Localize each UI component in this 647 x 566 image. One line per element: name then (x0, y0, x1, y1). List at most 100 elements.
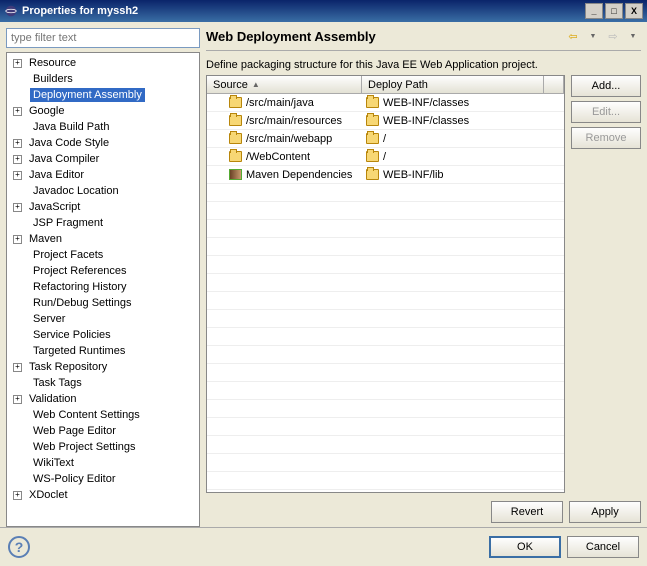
tree-item-label: Javadoc Location (30, 184, 122, 198)
tree-item-label: Task Repository (26, 360, 110, 374)
tree-item[interactable]: + Task Repository (7, 359, 199, 375)
table-row[interactable]: /WebContent/ (207, 148, 564, 166)
table-row[interactable]: /src/main/resourcesWEB-INF/classes (207, 112, 564, 130)
sort-asc-icon: ▲ (252, 80, 260, 89)
column-source[interactable]: Source▲ (207, 76, 362, 93)
apply-button[interactable]: Apply (569, 501, 641, 523)
tree-item[interactable]: Builders (7, 71, 199, 87)
tree-item-label: Validation (26, 392, 80, 406)
page-title: Web Deployment Assembly (206, 29, 561, 44)
tree-item[interactable]: +Google (7, 103, 199, 119)
tree-item[interactable]: Task Tags (7, 375, 199, 391)
remove-button[interactable]: Remove (571, 127, 641, 149)
tree-item[interactable]: WikiText (7, 455, 199, 471)
tree-item-label: Service Policies (30, 328, 114, 342)
tree-item-label: JavaScript (26, 200, 83, 214)
eclipse-icon (4, 4, 18, 18)
column-deploy-path[interactable]: Deploy Path (362, 76, 544, 93)
deploy-cell: WEB-INF/classes (383, 97, 469, 109)
table-row[interactable]: /src/main/webapp / (207, 130, 564, 148)
tree-item[interactable]: Run/Debug Settings (7, 295, 199, 311)
tree-item[interactable]: Web Content Settings (7, 407, 199, 423)
tree-item[interactable]: +Java Code Style (7, 135, 199, 151)
category-tree[interactable]: + ResourceBuildersDeployment Assembly+Goo… (6, 52, 200, 527)
tree-item[interactable]: + Validation (7, 391, 199, 407)
expand-icon[interactable]: + (13, 155, 22, 164)
tree-item-label: Refactoring History (30, 280, 130, 294)
table-row[interactable]: /src/main/javaWEB-INF/classes (207, 94, 564, 112)
table-row-empty (207, 274, 564, 292)
expand-icon[interactable]: + (13, 171, 22, 180)
back-icon[interactable]: ⇦ (565, 28, 581, 44)
tree-item[interactable]: Project References (7, 263, 199, 279)
folder-icon (229, 97, 242, 108)
maximize-button[interactable]: □ (605, 3, 623, 19)
tree-item[interactable]: Web Page Editor (7, 423, 199, 439)
tree-item[interactable]: Refactoring History (7, 279, 199, 295)
tree-item[interactable]: Javadoc Location (7, 183, 199, 199)
expand-icon[interactable]: + (13, 235, 22, 244)
tree-item-label: Maven (26, 232, 65, 246)
expand-icon[interactable]: + (13, 107, 22, 116)
table-row-empty (207, 472, 564, 490)
table-row-empty (207, 256, 564, 274)
expand-icon[interactable]: + (13, 59, 22, 68)
folder-icon (366, 115, 379, 126)
tree-item[interactable]: +XDoclet (7, 487, 199, 503)
tree-item[interactable]: JSP Fragment (7, 215, 199, 231)
tree-item-label: Java Editor (26, 168, 87, 182)
folder-icon (229, 151, 242, 162)
tree-item-label: Project Facets (30, 248, 106, 262)
tree-item-label: WS-Policy Editor (30, 472, 119, 486)
tree-item[interactable]: Service Policies (7, 327, 199, 343)
table-row-empty (207, 364, 564, 382)
revert-button[interactable]: Revert (491, 501, 563, 523)
table-row-empty (207, 220, 564, 238)
expand-icon[interactable]: + (13, 139, 22, 148)
tree-item[interactable]: Server (7, 311, 199, 327)
expand-icon[interactable]: + (13, 203, 22, 212)
expand-icon[interactable]: + (13, 395, 22, 404)
tree-item-label: WikiText (30, 456, 77, 470)
tree-item[interactable]: + Resource (7, 55, 199, 71)
add-button[interactable]: Add... (571, 75, 641, 97)
deploy-cell: / (383, 133, 386, 145)
source-cell: /WebContent (246, 151, 310, 163)
tree-item-label: Resource (26, 56, 79, 70)
tree-item[interactable]: + Java Editor (7, 167, 199, 183)
tree-item-label: Project References (30, 264, 130, 278)
tree-item-label: Java Compiler (26, 152, 102, 166)
filter-input[interactable] (6, 28, 200, 48)
edit-button[interactable]: Edit... (571, 101, 641, 123)
tree-item[interactable]: Deployment Assembly (7, 87, 199, 103)
page-description: Define packaging structure for this Java… (206, 59, 641, 71)
ok-button[interactable]: OK (489, 536, 561, 558)
cancel-button[interactable]: Cancel (567, 536, 639, 558)
folder-icon (229, 133, 242, 144)
tree-item[interactable]: WS-Policy Editor (7, 471, 199, 487)
table-row[interactable]: Maven DependenciesWEB-INF/lib (207, 166, 564, 184)
tree-item-label: Web Content Settings (30, 408, 143, 422)
expand-icon[interactable]: + (13, 363, 22, 372)
assembly-table[interactable]: Source▲ Deploy Path /src/main/javaWEB-IN… (206, 75, 565, 493)
tree-item[interactable]: + JavaScript (7, 199, 199, 215)
tree-item[interactable]: + Java Compiler (7, 151, 199, 167)
minimize-button[interactable]: _ (585, 3, 603, 19)
tree-item[interactable]: Web Project Settings (7, 439, 199, 455)
forward-menu-icon[interactable]: ▼ (625, 28, 641, 44)
close-button[interactable]: X (625, 3, 643, 19)
tree-item[interactable]: Targeted Runtimes (7, 343, 199, 359)
help-icon[interactable]: ? (8, 536, 30, 558)
tree-item[interactable]: + Maven (7, 231, 199, 247)
window-title: Properties for myssh2 (22, 5, 138, 17)
tree-item[interactable]: Java Build Path (7, 119, 199, 135)
tree-item-label: Java Build Path (30, 120, 112, 134)
source-cell: /src/main/webapp (246, 133, 332, 145)
expand-icon[interactable]: + (13, 491, 22, 500)
back-menu-icon[interactable]: ▼ (585, 28, 601, 44)
table-row-empty (207, 184, 564, 202)
folder-icon (366, 97, 379, 108)
folder-icon (366, 169, 379, 180)
tree-item[interactable]: Project Facets (7, 247, 199, 263)
library-icon (229, 169, 242, 180)
